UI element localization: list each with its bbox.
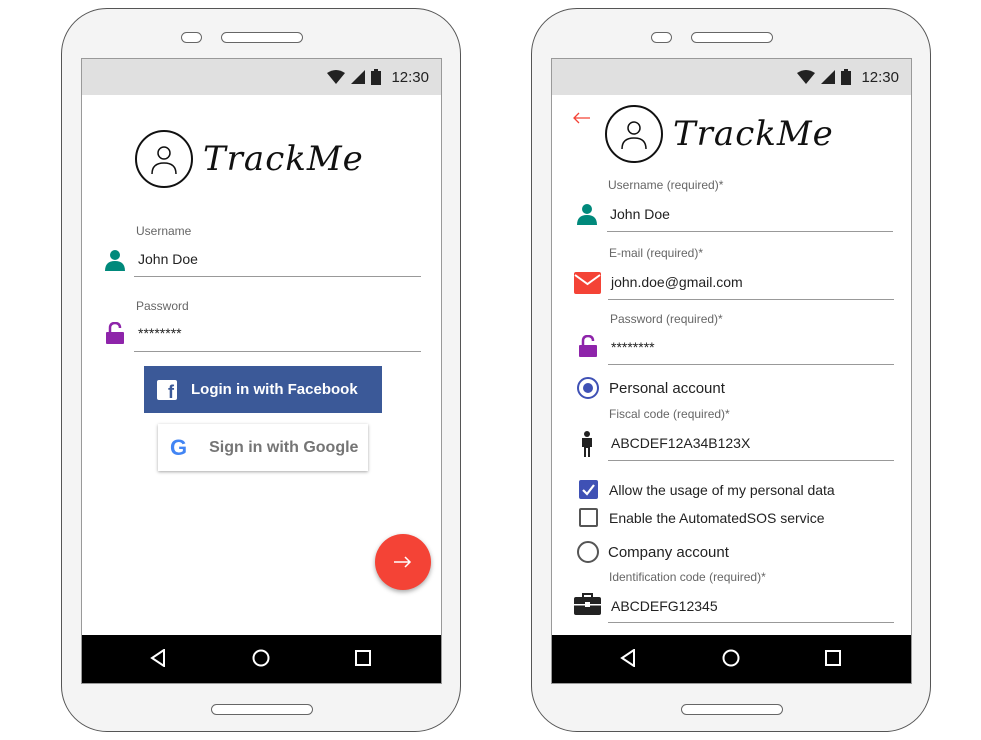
lock-open-icon	[579, 335, 597, 357]
checkmark-icon	[582, 484, 595, 496]
facebook-button-label: Login in with Facebook	[191, 381, 358, 398]
speaker	[691, 32, 773, 43]
avatar-icon	[605, 105, 663, 163]
status-time: 12:30	[391, 68, 429, 86]
battery-icon	[841, 69, 852, 85]
signal-icon	[351, 70, 366, 84]
recents-square-icon[interactable]	[355, 650, 371, 666]
recents-square-icon[interactable]	[825, 650, 841, 666]
home-pill	[681, 704, 783, 715]
register-screen: 12:30 TrackMe Username (required)* John …	[551, 58, 912, 684]
phone-register: 12:30 TrackMe Username (required)* John …	[531, 8, 931, 732]
sos-service-label: Enable the AutomatedSOS service	[609, 510, 825, 526]
email-underline	[608, 299, 894, 300]
back-triangle-icon[interactable]	[150, 649, 166, 667]
app-logo: TrackMe	[605, 105, 834, 163]
password-label: Password	[136, 299, 189, 313]
google-signin-button[interactable]: G Sign in with Google	[158, 424, 368, 471]
home-pill	[211, 704, 313, 715]
allow-data-label: Allow the usage of my personal data	[609, 482, 835, 498]
facebook-login-button[interactable]: f Login in with Facebook	[144, 366, 382, 413]
app-name: TrackMe	[673, 114, 834, 154]
person-icon	[582, 431, 592, 457]
signal-icon	[821, 70, 836, 84]
personal-account-radio[interactable]	[577, 377, 599, 399]
app-name: TrackMe	[203, 139, 364, 179]
username-input[interactable]: John Doe	[138, 251, 198, 267]
password-underline	[134, 351, 421, 352]
google-icon: G	[170, 435, 187, 461]
battery-icon	[371, 69, 382, 85]
company-account-label: Company account	[608, 544, 729, 561]
home-circle-icon[interactable]	[722, 649, 740, 667]
lock-open-icon	[106, 322, 124, 344]
next-button[interactable]	[375, 534, 431, 590]
wifi-icon	[797, 70, 816, 84]
reg-username-underline	[607, 231, 893, 232]
google-button-label: Sign in with Google	[209, 438, 359, 456]
phone-login: 12:30 TrackMe Username John Doe Password…	[61, 8, 461, 732]
status-time: 12:30	[861, 68, 899, 86]
username-underline	[134, 276, 421, 277]
ident-input[interactable]: ABCDEFG12345	[611, 598, 718, 614]
camera	[181, 32, 202, 43]
allow-data-checkbox[interactable]	[579, 480, 598, 499]
status-bar: 12:30	[552, 59, 911, 95]
reg-password-input[interactable]: ********	[611, 339, 655, 355]
email-icon	[574, 272, 601, 294]
user-icon	[105, 250, 125, 271]
speaker	[221, 32, 303, 43]
arrow-right-icon	[394, 556, 412, 568]
nav-bar	[552, 635, 911, 683]
back-triangle-icon[interactable]	[620, 649, 636, 667]
home-circle-icon[interactable]	[252, 649, 270, 667]
email-input[interactable]: john.doe@gmail.com	[611, 274, 743, 290]
reg-username-input[interactable]: John Doe	[610, 206, 670, 222]
reg-username-label: Username (required)*	[608, 178, 724, 192]
email-label: E-mail (required)*	[609, 246, 704, 260]
company-account-radio[interactable]	[577, 541, 599, 563]
username-label: Username	[136, 224, 192, 238]
sos-service-checkbox[interactable]	[579, 508, 598, 527]
password-input[interactable]: ********	[138, 325, 182, 341]
reg-password-label: Password (required)*	[610, 312, 723, 326]
briefcase-icon	[574, 593, 601, 615]
reg-password-underline	[608, 364, 894, 365]
facebook-glyph: f	[168, 381, 174, 402]
status-bar: 12:30	[82, 59, 441, 95]
fiscal-input[interactable]: ABCDEF12A34B123X	[611, 435, 750, 451]
app-logo: TrackMe	[135, 130, 364, 188]
personal-account-label: Personal account	[609, 380, 725, 397]
user-icon	[577, 204, 597, 225]
avatar-icon	[135, 130, 193, 188]
facebook-icon: f	[157, 379, 177, 402]
arrow-left-icon[interactable]	[572, 112, 590, 124]
login-screen: 12:30 TrackMe Username John Doe Password…	[81, 58, 442, 684]
ident-underline	[608, 622, 894, 623]
camera	[651, 32, 672, 43]
fiscal-underline	[608, 460, 894, 461]
fiscal-label: Fiscal code (required)*	[609, 407, 730, 421]
nav-bar	[82, 635, 441, 683]
google-glyph: G	[170, 434, 188, 460]
ident-label: Identification code (required)*	[609, 570, 766, 584]
wifi-icon	[327, 70, 346, 84]
